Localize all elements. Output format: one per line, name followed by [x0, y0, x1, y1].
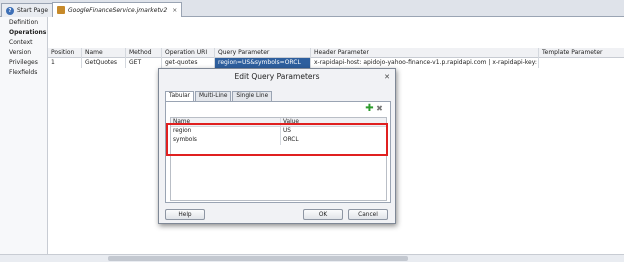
tab-start-page-label: Start Page: [17, 7, 49, 14]
close-icon[interactable]: ×: [172, 7, 177, 14]
column-header-template-parameter[interactable]: Template Parameter: [539, 48, 624, 58]
query-parameters-table: Name Value region US symbols ORCL: [170, 117, 387, 201]
sidebar: Definition Operations Context Version Pr…: [0, 17, 48, 262]
dialog-tabs: Tabular Multi-Line Single Line: [165, 91, 273, 101]
scrollbar-thumb[interactable]: [108, 256, 408, 261]
sidebar-item-definition[interactable]: Definition: [0, 18, 47, 28]
start-page-icon: ?: [6, 6, 14, 15]
sidebar-item-operations[interactable]: Operations: [0, 28, 47, 38]
tab-google-finance-service[interactable]: GoogleFinanceService.jmarketv2 ×: [52, 2, 183, 17]
cell-template-parameter[interactable]: [539, 58, 624, 68]
param-value-cell[interactable]: ORCL: [281, 136, 386, 145]
cell-header-parameter[interactable]: x-rapidapi-host: apidojo-yahoo-finance-v…: [311, 58, 539, 68]
add-icon[interactable]: ✚: [365, 104, 374, 114]
sidebar-item-context[interactable]: Context: [0, 38, 47, 48]
cell-operation-uri[interactable]: get-quotes: [162, 58, 215, 68]
table-row[interactable]: 1 GetQuotes GET get-quotes region=US&sym…: [48, 58, 624, 68]
column-header-name[interactable]: Name: [171, 118, 281, 127]
sidebar-item-version[interactable]: Version: [0, 48, 47, 58]
table-row[interactable]: symbols ORCL: [171, 136, 386, 145]
column-header-name[interactable]: Name: [82, 48, 126, 58]
cell-position[interactable]: 1: [48, 58, 82, 68]
delete-icon[interactable]: ✖: [375, 104, 384, 113]
cell-method[interactable]: GET: [126, 58, 162, 68]
param-name-cell[interactable]: symbols: [171, 136, 281, 145]
column-header-query-parameter[interactable]: Query Parameter: [215, 48, 311, 58]
edit-query-parameters-dialog: Edit Query Parameters ✕ Tabular Multi-Li…: [158, 68, 396, 224]
column-header-position[interactable]: Position: [48, 48, 82, 58]
column-header-value[interactable]: Value: [281, 118, 386, 127]
sidebar-item-privileges[interactable]: Privileges: [0, 58, 47, 68]
tab-start-page[interactable]: ? Start Page: [1, 3, 54, 17]
tab-google-finance-service-label: GoogleFinanceService.jmarketv2: [68, 6, 168, 14]
column-header-operation-uri[interactable]: Operation URI: [162, 48, 215, 58]
dialog-title: Edit Query Parameters: [234, 72, 320, 81]
operations-table: Position Name Method Operation URI Query…: [48, 48, 624, 68]
query-table-header: Name Value: [171, 118, 386, 127]
column-header-method[interactable]: Method: [126, 48, 162, 58]
param-name-cell[interactable]: region: [171, 127, 281, 136]
param-value-cell[interactable]: US: [281, 127, 386, 136]
file-icon: [57, 6, 65, 14]
table-row[interactable]: region US: [171, 127, 386, 136]
sidebar-item-flexfields[interactable]: Flexfields: [0, 68, 47, 78]
horizontal-scrollbar[interactable]: [0, 254, 624, 262]
ok-button[interactable]: OK: [303, 209, 343, 220]
cell-name[interactable]: GetQuotes: [82, 58, 126, 68]
tabular-panel: ✚ ✖ Name Value region US symbols ORCL: [165, 101, 391, 203]
cancel-button[interactable]: Cancel: [348, 209, 388, 220]
cell-query-parameter[interactable]: region=US&symbols=ORCL: [215, 58, 311, 68]
tab-tabular[interactable]: Tabular: [165, 91, 195, 101]
tab-multi-line[interactable]: Multi-Line: [195, 91, 232, 101]
editor-tab-strip: ? Start Page GoogleFinanceService.jmarke…: [0, 0, 624, 17]
close-icon[interactable]: ✕: [384, 69, 390, 85]
tab-single-line[interactable]: Single Line: [232, 91, 273, 101]
dialog-title-bar[interactable]: Edit Query Parameters ✕: [159, 69, 395, 85]
table-header-row: Position Name Method Operation URI Query…: [48, 48, 624, 58]
help-button[interactable]: Help: [165, 209, 205, 220]
column-header-header-parameter[interactable]: Header Parameter: [311, 48, 539, 58]
